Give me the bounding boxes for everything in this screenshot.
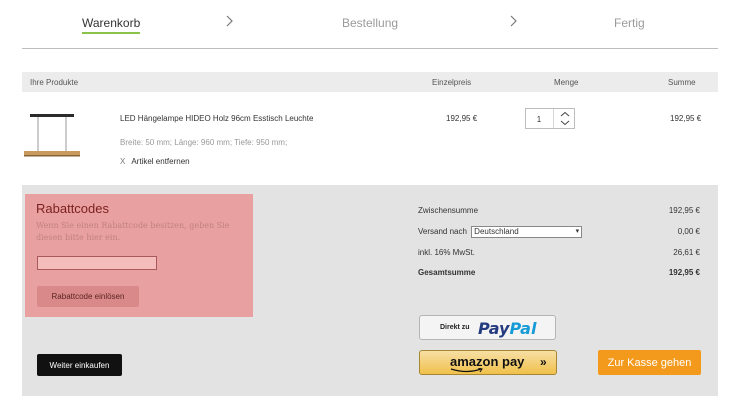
quantity-arrows[interactable] xyxy=(553,109,575,128)
shipping-country-select[interactable]: Deutschland ▾ xyxy=(471,226,583,238)
shipping-label: Versand nach xyxy=(418,227,467,237)
paypal-logo: PayPal xyxy=(478,319,537,338)
cart-table-header: Ihre Produkte Einzelpreis Menge Summe xyxy=(22,72,718,92)
subtotal-label: Zwischensumme xyxy=(418,206,479,215)
tax-value: 26,61 € xyxy=(673,248,700,257)
coupon-box: Rabattcodes Wenn Sie einen Rabattcode be… xyxy=(25,194,253,317)
chevron-right-icon xyxy=(225,14,235,28)
line-sum: 192,95 € xyxy=(670,114,702,123)
coupon-description: Wenn Sie einen Rabattcode besitzen, gebe… xyxy=(36,221,230,242)
continue-shopping-button[interactable]: Weiter einkaufen xyxy=(37,354,122,376)
product-name-link[interactable]: LED Hängelampe HIDEO Holz 96cm Esstisch … xyxy=(120,114,313,123)
unit-price: 192,95 € xyxy=(446,114,478,123)
header-products: Ihre Produkte xyxy=(30,78,79,87)
shipping-row: Versand nach Deutschland ▾ xyxy=(418,226,583,238)
chevron-right-icon xyxy=(509,14,519,28)
step-done: Fertig xyxy=(614,16,645,30)
amazon-pay-button[interactable]: amazon pay » xyxy=(419,350,557,375)
coupon-title: Rabattcodes xyxy=(36,201,109,216)
header-sum: Summe xyxy=(668,78,696,87)
chevron-up-icon xyxy=(560,111,570,117)
coupon-input[interactable] xyxy=(37,256,157,270)
checkout-steps: Warenkorb Bestellung Fertig xyxy=(22,0,718,49)
step-order: Bestellung xyxy=(342,16,399,30)
amazon-smile-icon xyxy=(450,368,483,373)
select-caret-icon: ▾ xyxy=(575,228,580,235)
paypal-prefix: Direkt zu xyxy=(440,324,470,331)
amazon-pay-logo: amazon pay xyxy=(450,354,525,369)
remove-icon: X xyxy=(120,157,126,166)
checkout-button[interactable]: Zur Kasse gehen xyxy=(598,350,701,375)
quantity-stepper[interactable]: 1 xyxy=(525,108,575,129)
total-label: Gesamtsumme xyxy=(418,268,476,277)
product-image[interactable] xyxy=(22,108,82,162)
total-value: 192,95 € xyxy=(668,268,700,277)
subtotal-value: 192,95 € xyxy=(668,206,700,215)
quantity-value[interactable]: 1 xyxy=(526,115,552,124)
product-dimensions: Breite: 50 mm; Länge: 960 mm; Tiefe: 950… xyxy=(120,138,288,147)
paypal-button[interactable]: Direkt zu PayPal xyxy=(419,315,556,340)
remove-item-link[interactable]: X Artikel entfernen xyxy=(120,157,190,166)
shipping-value: 0,00 € xyxy=(677,227,700,236)
header-quantity: Menge xyxy=(554,78,579,87)
step-cart: Warenkorb xyxy=(82,16,141,34)
redeem-coupon-button[interactable]: Rabattcode einlösen xyxy=(37,286,139,307)
shipping-country-value: Deutschland xyxy=(474,227,519,236)
remove-item-label: Artikel entfernen xyxy=(131,157,190,166)
chevron-down-icon xyxy=(560,120,570,126)
double-chevron-icon: » xyxy=(540,355,547,369)
tax-label: inkl. 16% MwSt. xyxy=(418,248,475,257)
header-unit-price: Einzelpreis xyxy=(432,78,472,87)
